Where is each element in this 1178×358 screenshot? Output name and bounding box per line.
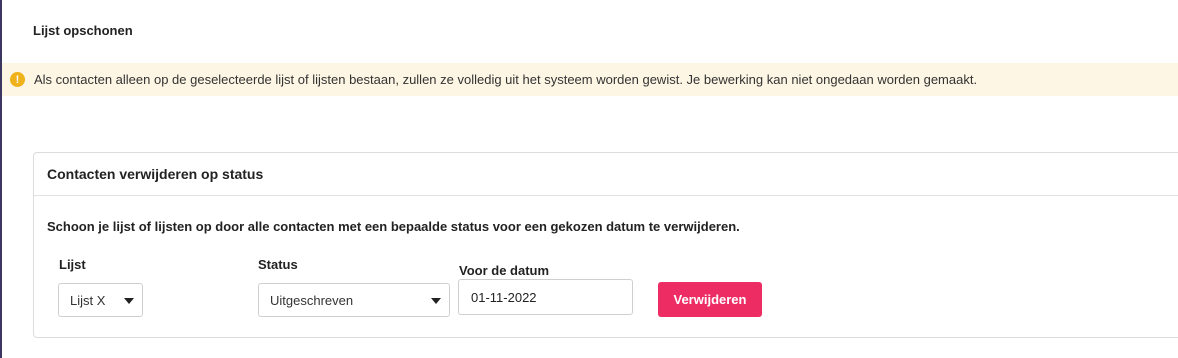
status-select-value: Uitgeschreven	[270, 292, 354, 308]
date-label: Voor de datum	[459, 263, 550, 278]
page-title: Lijst opschonen	[33, 23, 133, 38]
warning-alert: ! Als contacten alleen op de geselecteer…	[2, 63, 1178, 96]
warning-icon: !	[10, 72, 25, 87]
status-select[interactable]: Uitgeschreven	[258, 283, 450, 317]
list-select[interactable]: Lijst X	[58, 283, 143, 317]
alert-text: Als contacten alleen op de geselecteerde…	[34, 72, 978, 87]
date-input-value: 01-11-2022	[471, 289, 537, 305]
card-title: Contacten verwijderen op status	[34, 153, 1178, 196]
delete-button[interactable]: Verwijderen	[658, 282, 762, 317]
chevron-down-icon	[124, 298, 134, 304]
chevron-down-icon	[431, 298, 441, 304]
card-description: Schoon je lijst of lijsten op door alle …	[47, 219, 740, 234]
status-label: Status	[258, 257, 298, 272]
date-input[interactable]: 01-11-2022	[458, 279, 633, 315]
list-label: Lijst	[59, 257, 86, 272]
delete-by-status-card: Contacten verwijderen op status Schoon j…	[33, 152, 1178, 338]
app-sidebar-edge	[0, 0, 2, 358]
list-select-value: Lijst X	[70, 292, 106, 308]
